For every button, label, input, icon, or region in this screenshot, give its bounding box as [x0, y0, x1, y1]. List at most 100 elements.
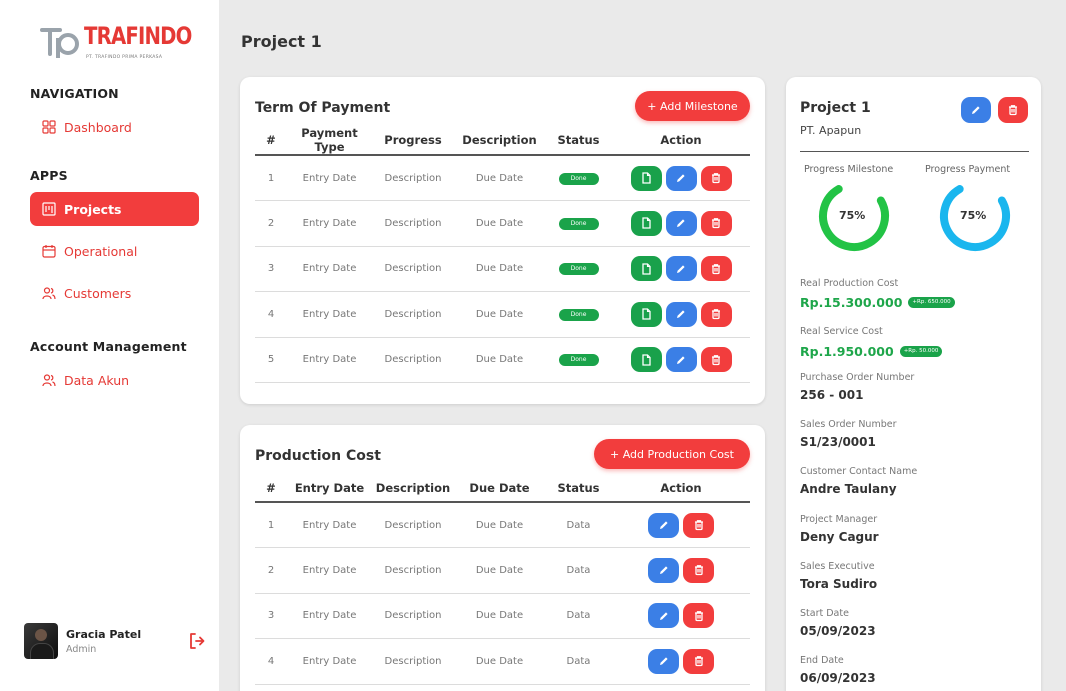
progress-milestone-label: Progress Milestone	[804, 164, 894, 175]
table-row: 2 Entry Date Description Due Date Done	[255, 200, 750, 247]
edit-button[interactable]	[648, 648, 679, 674]
row-number: 2	[255, 547, 287, 594]
logout-icon[interactable]	[189, 632, 205, 650]
table-header-row: # Payment Type Progress Description Stat…	[255, 126, 750, 156]
detail-title: Project 1	[800, 100, 871, 116]
sidebar-item-dashboard[interactable]: Dashboard	[30, 110, 199, 144]
column-header[interactable]: Description	[454, 126, 545, 156]
sidebar-item-label: Data Akun	[64, 372, 130, 388]
brand-tagline: PT. TRAFINDO PRIMA PERKASA	[86, 55, 163, 60]
cell-description: Due Date	[454, 200, 545, 247]
table-row: 3 Entry Date Description Due Date Done	[255, 246, 750, 292]
column-header[interactable]: Progress	[372, 126, 454, 156]
nav-section-account-management: Account Management	[30, 339, 187, 354]
nav-section-navigation: NAVIGATION	[30, 86, 119, 101]
document-icon	[642, 354, 651, 366]
delete-project-button[interactable]	[998, 97, 1028, 123]
delete-button[interactable]	[700, 347, 732, 373]
status-badge: Done	[558, 354, 599, 367]
detail-field-value: 05/09/2023	[800, 624, 876, 638]
edit-button[interactable]	[665, 256, 697, 282]
edit-button[interactable]	[665, 210, 697, 236]
delete-button[interactable]	[700, 165, 732, 191]
column-header[interactable]: Description	[372, 474, 454, 503]
column-header: Action	[612, 126, 750, 156]
delete-button[interactable]	[700, 210, 732, 236]
edit-button[interactable]	[648, 603, 679, 629]
pencil-icon	[677, 174, 685, 182]
row-number: 2	[255, 200, 287, 247]
cell-status: Done	[545, 200, 612, 247]
view-document-button[interactable]	[630, 347, 662, 373]
view-document-button[interactable]	[630, 301, 662, 327]
real-production-cost-label: Real Production Cost	[800, 278, 899, 289]
delete-button[interactable]	[700, 301, 732, 327]
delete-button[interactable]	[700, 256, 732, 282]
avatar[interactable]	[24, 623, 58, 659]
trash-icon	[694, 520, 703, 531]
table-row: 2 Entry Date Description Due Date Data	[255, 547, 750, 594]
pencil-icon	[677, 219, 685, 228]
delete-button[interactable]	[683, 557, 714, 583]
cell-actions	[612, 200, 750, 247]
sidebar-item-operational[interactable]: Operational	[30, 234, 199, 268]
column-header[interactable]: Status	[545, 126, 612, 156]
money-amount: Rp.15.300.000	[800, 295, 903, 310]
status-badge: Done	[558, 172, 599, 185]
table-row: 3 Entry Date Description Due Date Data	[255, 593, 750, 639]
cell-progress: Description	[372, 337, 454, 383]
trash-icon	[1009, 105, 1017, 116]
production-cost-title: Production Cost	[255, 448, 381, 464]
cell-due-date: Due Date	[454, 638, 545, 685]
detail-field-value: S1/23/0001	[800, 435, 876, 450]
progress-payment-label: Progress Payment	[925, 164, 1011, 175]
edit-button[interactable]	[665, 301, 697, 327]
cell-progress: Description	[372, 246, 454, 292]
column-header[interactable]: Status	[545, 474, 612, 503]
document-icon	[642, 172, 651, 184]
add-production-cost-button[interactable]: + Add Production Cost	[594, 439, 750, 469]
view-document-button[interactable]	[630, 256, 662, 282]
edit-project-button[interactable]	[961, 97, 991, 123]
user-profile: Gracia Patel Admin	[24, 623, 205, 659]
sidebar-item-customers[interactable]: Customers	[30, 276, 199, 310]
divider	[800, 151, 1029, 152]
cell-progress: Description	[372, 155, 454, 201]
column-header[interactable]: Entry Date	[287, 474, 372, 503]
trafindo-logo-mark-icon	[40, 28, 79, 58]
cell-actions	[612, 155, 750, 201]
trash-icon	[712, 173, 720, 184]
delete-button[interactable]	[683, 648, 714, 674]
delete-button[interactable]	[683, 603, 714, 629]
users-icon	[42, 374, 56, 387]
view-document-button[interactable]	[630, 165, 662, 191]
view-document-button[interactable]	[630, 210, 662, 236]
status-badge: Done	[558, 217, 599, 230]
edit-button[interactable]	[648, 512, 679, 538]
cell-payment-type: Entry Date	[287, 200, 372, 247]
cell-description: Description	[372, 638, 454, 685]
row-number: 1	[255, 502, 287, 548]
column-header[interactable]: Payment Type	[287, 126, 372, 156]
pencil-icon	[677, 356, 685, 364]
cell-actions	[612, 246, 750, 292]
edit-button[interactable]	[665, 165, 697, 191]
sidebar-item-data-akun[interactable]: Data Akun	[30, 363, 199, 397]
row-number: 4	[255, 638, 287, 685]
cell-entry-date: Entry Date	[287, 638, 372, 685]
delete-button[interactable]	[683, 512, 714, 538]
cell-status: Done	[545, 155, 612, 201]
edit-button[interactable]	[665, 347, 697, 373]
cell-payment-type: Entry Date	[287, 155, 372, 201]
add-milestone-button[interactable]: + Add Milestone	[635, 91, 750, 121]
sidebar-item-projects[interactable]: Projects	[30, 192, 199, 226]
column-header[interactable]: Due Date	[454, 474, 545, 503]
column-header: Action	[612, 474, 750, 503]
brand-name: TRAFINDO	[84, 22, 192, 50]
detail-field-label: Purchase Order Number	[800, 372, 915, 383]
brand-logo[interactable]: TRAFINDO PT. TRAFINDO PRIMA PERKASA	[40, 22, 192, 66]
edit-button[interactable]	[648, 557, 679, 583]
pencil-icon	[659, 566, 668, 575]
pencil-icon	[677, 310, 685, 319]
delta-badge: +Rp. 50.000	[899, 346, 943, 357]
